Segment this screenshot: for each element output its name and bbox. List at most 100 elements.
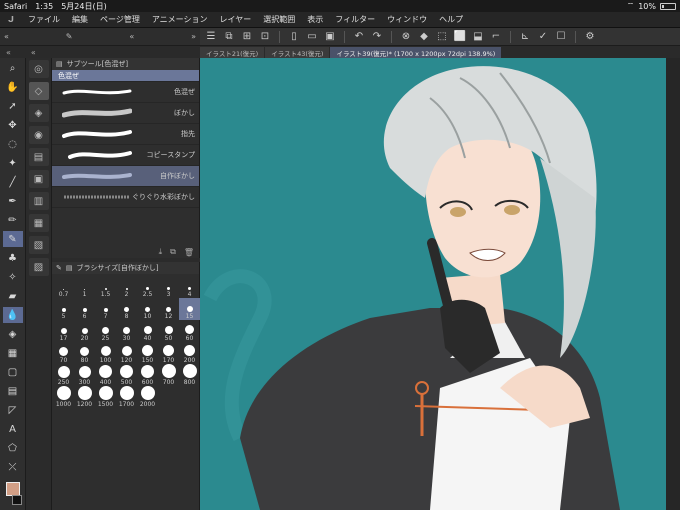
- collapse-left-icon-2[interactable]: «: [129, 32, 134, 41]
- subtool-group-5-icon[interactable]: ▤: [28, 148, 49, 166]
- brush-size-cell[interactable]: 6: [74, 298, 95, 320]
- vertical-scrollbar[interactable]: [666, 58, 680, 510]
- delete-icon[interactable]: 🗑: [184, 248, 194, 257]
- menu-edit[interactable]: 編集: [66, 14, 94, 25]
- brush-size-cell[interactable]: 1: [74, 276, 95, 298]
- brush-item-watercolor-blur[interactable]: ぐりぐり水彩ぼかし: [52, 187, 199, 208]
- undo-icon[interactable]: ↶: [352, 30, 366, 44]
- brush-size-cell[interactable]: 3: [158, 276, 179, 298]
- brush-size-cell[interactable]: 1500: [95, 386, 116, 408]
- brush-size-cell[interactable]: 300: [74, 364, 95, 386]
- operation-icon[interactable]: ➚: [3, 98, 23, 114]
- clear-icon[interactable]: ⊗: [399, 30, 413, 44]
- menu-window[interactable]: ウィンドウ: [381, 14, 433, 25]
- brush-size-cell[interactable]: 1.5: [95, 276, 116, 298]
- brush-size-cell[interactable]: 8: [116, 298, 137, 320]
- brush-item-finger[interactable]: 指先: [52, 124, 199, 145]
- deselect-icon[interactable]: ⬜: [453, 30, 467, 44]
- brush-size-cell[interactable]: 60: [179, 320, 200, 342]
- brush-size-cell[interactable]: 17: [53, 320, 74, 342]
- subtool-group-8-icon[interactable]: ▦: [28, 214, 49, 232]
- balloon-icon[interactable]: ⬠: [3, 440, 23, 456]
- brush-size-cell[interactable]: 2: [116, 276, 137, 298]
- brush-size-cell[interactable]: 5: [53, 298, 74, 320]
- magic-wand-icon[interactable]: ✦: [3, 155, 23, 171]
- pencil-icon[interactable]: ✏: [3, 212, 23, 228]
- pen-icon[interactable]: ✒: [3, 193, 23, 209]
- brush-size-cell[interactable]: 12: [158, 298, 179, 320]
- figure-icon[interactable]: ▢: [3, 364, 23, 380]
- crop-icon[interactable]: ⌐: [489, 30, 503, 44]
- menu-selection[interactable]: 選択範囲: [257, 14, 301, 25]
- snap-icon[interactable]: ✓: [536, 30, 550, 44]
- brush-size-cell[interactable]: 7: [95, 298, 116, 320]
- companion-icon[interactable]: ⊡: [258, 30, 272, 44]
- brush-size-cell[interactable]: 40: [137, 320, 158, 342]
- brush-size-cell[interactable]: 25: [95, 320, 116, 342]
- subtool-group-1-icon[interactable]: ◎: [28, 60, 49, 78]
- brush-size-cell[interactable]: 2000: [137, 386, 158, 408]
- brush-size-cell[interactable]: 120: [116, 342, 137, 364]
- menu-view[interactable]: 表示: [301, 14, 329, 25]
- brush-size-cell[interactable]: 250: [53, 364, 74, 386]
- brush-icon[interactable]: ✎: [66, 32, 73, 41]
- brush-size-cell[interactable]: 2.5: [137, 276, 158, 298]
- settings-icon[interactable]: ⚙: [583, 30, 597, 44]
- brush-tool-icon[interactable]: ✎: [2, 231, 23, 247]
- decoration-icon[interactable]: ✧: [3, 269, 23, 285]
- menu-layer[interactable]: レイヤー: [214, 14, 258, 25]
- gradient-icon[interactable]: ▦: [3, 345, 23, 361]
- brush-item-color-mix[interactable]: 色混ぜ: [52, 82, 199, 103]
- fill-icon[interactable]: ◆: [417, 30, 431, 44]
- app-logo-icon[interactable]: ᒍ: [0, 15, 22, 24]
- menu-animation[interactable]: アニメーション: [146, 14, 214, 25]
- brush-size-cell[interactable]: 600: [137, 364, 158, 386]
- subtool-group-10-icon[interactable]: ▨: [28, 258, 49, 276]
- brush-size-cell[interactable]: 1700: [116, 386, 137, 408]
- brush-size-cell[interactable]: 400: [95, 364, 116, 386]
- new-document-icon[interactable]: ▯: [287, 30, 301, 44]
- lasso-icon[interactable]: ◌: [3, 136, 23, 152]
- brush-size-cell[interactable]: 800: [179, 364, 200, 386]
- ruler-tool-icon[interactable]: ◸: [3, 402, 23, 418]
- text-icon[interactable]: A: [3, 421, 23, 437]
- subtool-group-label[interactable]: 色混ぜ: [52, 70, 199, 82]
- hand-icon[interactable]: ✋: [3, 79, 23, 95]
- layer-props-icon[interactable]: ⊞: [240, 30, 254, 44]
- zoom-icon[interactable]: ⌕: [3, 60, 23, 76]
- eyedropper-icon[interactable]: ╱: [3, 174, 23, 190]
- transform-icon[interactable]: ⬚: [435, 30, 449, 44]
- frame-icon[interactable]: ▤: [3, 383, 23, 399]
- brush-size-cell[interactable]: 150: [137, 342, 158, 364]
- subtool-group-6-icon[interactable]: ▣: [28, 170, 49, 188]
- brush-item-blur[interactable]: ぼかし: [52, 103, 199, 124]
- main-color-swatch[interactable]: [5, 482, 20, 496]
- canvas[interactable]: [200, 58, 666, 510]
- import-icon[interactable]: ⤓: [159, 247, 163, 257]
- subtool-group-7-icon[interactable]: ▥: [28, 192, 49, 210]
- airbrush-icon[interactable]: ♣: [3, 250, 23, 266]
- brush-size-cell[interactable]: 80: [74, 342, 95, 364]
- menu-file[interactable]: ファイル: [22, 14, 66, 25]
- save-icon[interactable]: ▣: [323, 30, 337, 44]
- brush-size-cell[interactable]: 0.7: [53, 276, 74, 298]
- subtool-group-4-icon[interactable]: ◉: [28, 126, 49, 144]
- brush-size-cell[interactable]: 20: [74, 320, 95, 342]
- subtool-group-9-icon[interactable]: ▧: [28, 236, 49, 254]
- brush-size-cell[interactable]: 50: [158, 320, 179, 342]
- brush-size-cell[interactable]: 170: [158, 342, 179, 364]
- expand-right-icon[interactable]: »: [191, 32, 196, 41]
- eraser-icon[interactable]: ▰: [3, 288, 23, 304]
- subtool-group-blend-icon[interactable]: ◇: [28, 82, 49, 100]
- brush-size-cell[interactable]: 30: [116, 320, 137, 342]
- subtool-group-3-icon[interactable]: ◈: [28, 104, 49, 122]
- menu-help[interactable]: ヘルプ: [433, 14, 469, 25]
- open-icon[interactable]: ▭: [305, 30, 319, 44]
- invert-icon[interactable]: ⬓: [471, 30, 485, 44]
- brush-item-copy-stamp[interactable]: コピースタンプ: [52, 145, 199, 166]
- brush-size-cell[interactable]: 1000: [53, 386, 74, 408]
- move-icon[interactable]: ✥: [3, 117, 23, 133]
- duplicate-icon[interactable]: ⧉: [170, 247, 176, 257]
- new-file-icon[interactable]: ⧉: [222, 30, 236, 44]
- correct-line-icon[interactable]: ⤫: [3, 459, 23, 475]
